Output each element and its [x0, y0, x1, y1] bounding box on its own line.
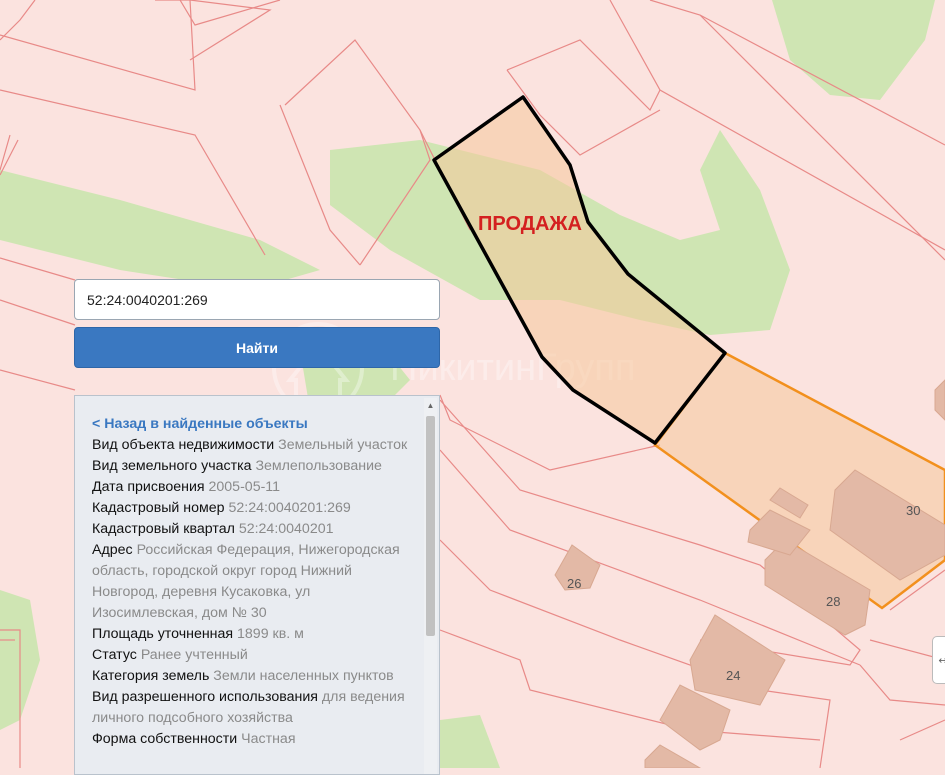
expand-arrows-icon[interactable]: ↔ [932, 636, 945, 684]
info-value: Земельный участок [278, 437, 408, 453]
info-value: Частная [241, 731, 296, 747]
info-label: Дата присвоения [92, 479, 205, 495]
info-value: 52:24:0040201 [238, 521, 334, 537]
info-label: Кадастровый номер [92, 500, 225, 516]
info-label: Кадастровый квартал [92, 521, 235, 537]
info-value: 1899 кв. м [237, 626, 304, 642]
info-value: Землепользование [255, 458, 382, 474]
house-number: 24 [726, 668, 740, 683]
chevron-up-icon[interactable]: ▲ [424, 398, 437, 412]
house-number: 28 [826, 594, 840, 609]
info-row: Кадастровый квартал 52:24:0040201 [92, 519, 412, 540]
info-value: Российская Федерация, Нижегородская обла… [92, 542, 400, 621]
info-row: Вид земельного участка Землепользование [92, 456, 412, 477]
cadastral-search-input[interactable] [74, 279, 440, 320]
info-label: Категория земель [92, 668, 210, 684]
info-panel-content: < Назад в найденные объекты Вид объекта … [92, 414, 412, 750]
info-row: Статус Ранее учтенный [92, 645, 412, 666]
info-row: Форма собственности Частная [92, 729, 412, 750]
house-number: 26 [567, 576, 581, 591]
search-button[interactable]: Найти [74, 327, 440, 368]
info-value: Ранее учтенный [140, 647, 248, 663]
info-label: Адрес [92, 542, 133, 558]
info-label: Вид земельного участка [92, 458, 252, 474]
info-label: Площадь уточненная [92, 626, 234, 642]
info-row: Категория земель Земли населенных пункто… [92, 666, 412, 687]
info-row: Кадастровый номер 52:24:0040201:269 [92, 498, 412, 519]
info-row: Вид объекта недвижимости Земельный участ… [92, 435, 412, 456]
info-label: Форма собственности [92, 731, 238, 747]
info-row: Адрес Российская Федерация, Нижегородска… [92, 540, 412, 624]
back-to-results-link[interactable]: < Назад в найденные объекты [92, 414, 412, 435]
scrollbar-thumb[interactable] [426, 416, 435, 636]
info-label: Вид разрешенного использования [92, 689, 318, 705]
info-label: Статус [92, 647, 137, 663]
panel-scrollbar[interactable]: ▲ [424, 398, 437, 774]
info-value: 2005-05-11 [208, 479, 281, 495]
house-number: 30 [906, 503, 920, 518]
info-row: Дата присвоения 2005-05-11 [92, 477, 412, 498]
sale-label: ПРОДАЖА [478, 213, 582, 235]
info-row: Вид разрешенного использования для веден… [92, 687, 412, 729]
info-panel: < Назад в найденные объекты Вид объекта … [74, 395, 440, 775]
info-row: Площадь уточненная 1899 кв. м [92, 624, 412, 645]
info-value: 52:24:0040201:269 [228, 500, 351, 516]
info-value: Земли населенных пунктов [213, 668, 394, 684]
info-label: Вид объекта недвижимости [92, 437, 275, 453]
